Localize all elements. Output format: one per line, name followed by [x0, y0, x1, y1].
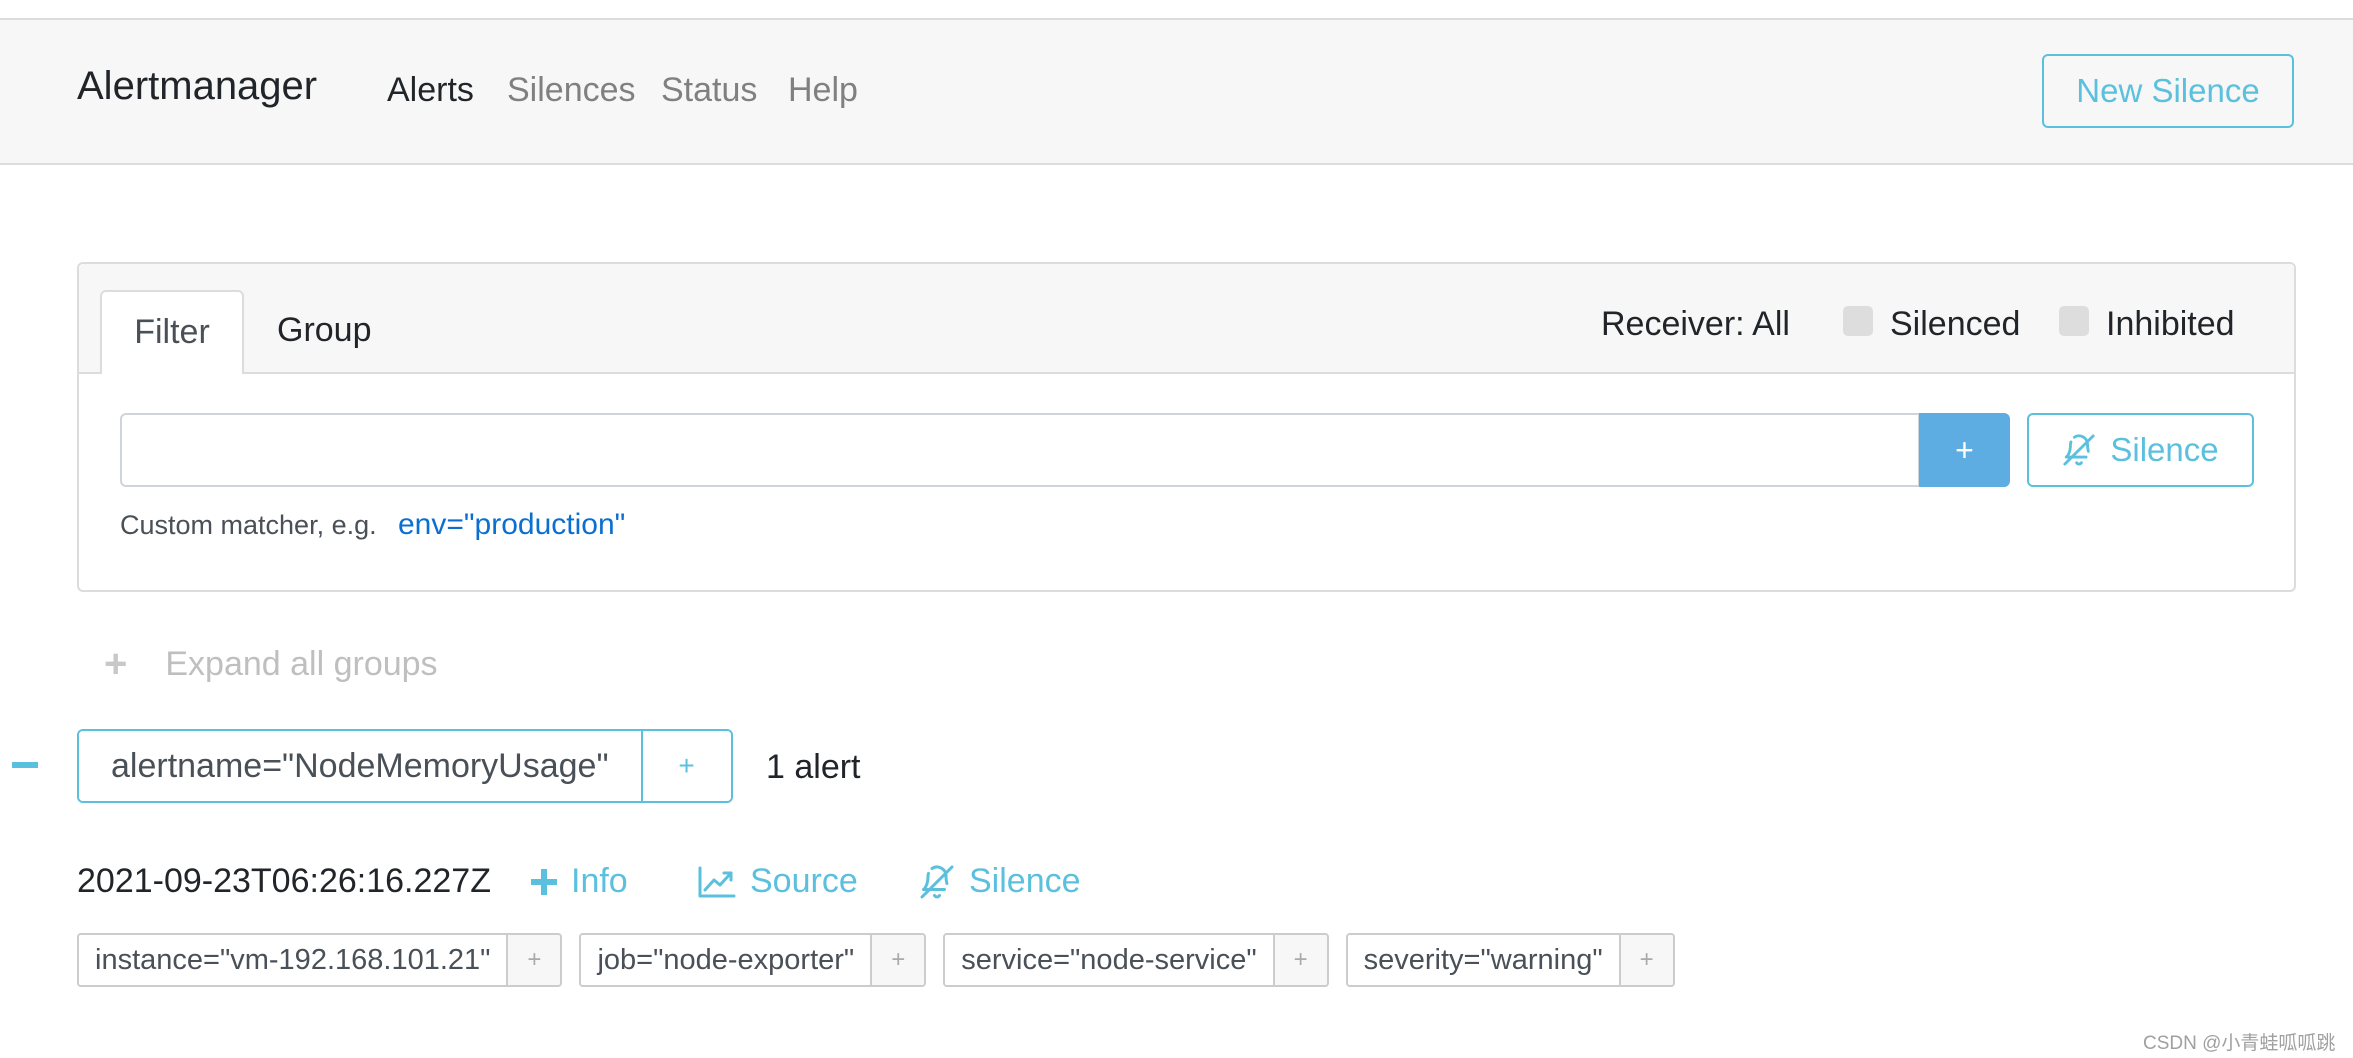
nav-link-silences[interactable]: Silences: [507, 71, 636, 110]
info-label: Info: [571, 862, 628, 900]
bell-slash-icon: [2063, 434, 2095, 466]
silence-filter-button[interactable]: Silence: [2027, 413, 2254, 487]
matcher-hint: Custom matcher, e.g.: [120, 510, 377, 540]
label-pill: service="node-service" +: [943, 933, 1329, 987]
collapse-group-icon[interactable]: [12, 762, 38, 768]
silenced-checkbox[interactable]: [1843, 306, 1873, 336]
bell-slash-icon: [920, 865, 954, 898]
group-label-text[interactable]: alertname="NodeMemoryUsage": [79, 731, 643, 801]
alert-count: 1 alert: [766, 748, 861, 786]
inhibited-label: Inhibited: [2106, 305, 2235, 343]
inhibited-checkbox[interactable]: [2059, 306, 2089, 336]
tab-group[interactable]: Group: [277, 290, 372, 372]
label-job[interactable]: job="node-exporter": [581, 935, 873, 985]
info-button[interactable]: Info: [531, 862, 628, 901]
label-add-button[interactable]: +: [508, 935, 561, 985]
label-service[interactable]: service="node-service": [945, 935, 1275, 985]
source-link[interactable]: Source: [698, 862, 858, 901]
group-label: alertname="NodeMemoryUsage" +: [77, 729, 733, 803]
nav-link-help[interactable]: Help: [788, 71, 858, 110]
plus-icon: [531, 868, 557, 895]
label-add-button[interactable]: +: [1620, 935, 1673, 985]
nav-link-alerts[interactable]: Alerts: [387, 71, 474, 110]
add-filter-button[interactable]: +: [1919, 413, 2010, 487]
filter-input[interactable]: [120, 413, 1920, 487]
top-border: [0, 0, 2353, 20]
new-silence-button[interactable]: New Silence: [2042, 54, 2294, 128]
filter-card-header: Filter Group Receiver: All Silenced Inhi…: [79, 264, 2294, 374]
label-pill: job="node-exporter" +: [579, 933, 927, 987]
expand-all-groups-button[interactable]: + Expand all groups: [104, 642, 438, 687]
label-instance[interactable]: instance="vm-192.168.101.21": [79, 935, 509, 985]
alert-timestamp: 2021-09-23T06:26:16.227Z: [77, 862, 491, 900]
expand-all-label: Expand all groups: [165, 645, 438, 683]
filter-card: Filter Group Receiver: All Silenced Inhi…: [77, 262, 2296, 592]
brand-title[interactable]: Alertmanager: [77, 64, 317, 109]
watermark: CSDN @小青蛙呱呱跳: [2143, 1033, 2336, 1054]
silence-filter-label: Silence: [2110, 431, 2219, 468]
source-label: Source: [750, 862, 858, 900]
silenced-label: Silenced: [1890, 305, 2021, 343]
label-pill: severity="warning" +: [1345, 933, 1675, 987]
navbar: Alertmanager Alerts Silences Status Help…: [0, 20, 2353, 165]
nav-link-status[interactable]: Status: [661, 71, 757, 110]
plus-icon: +: [104, 642, 128, 686]
receiver-select[interactable]: Receiver: All: [1601, 305, 1790, 344]
label-add-button[interactable]: +: [872, 935, 925, 985]
alert-labels: instance="vm-192.168.101.21" + job="node…: [77, 933, 1675, 987]
label-severity[interactable]: severity="warning": [1347, 935, 1621, 985]
group-label-add-button[interactable]: +: [642, 731, 731, 801]
line-chart-icon: [698, 866, 736, 897]
tab-filter[interactable]: Filter: [100, 290, 244, 374]
label-pill: instance="vm-192.168.101.21" +: [77, 933, 563, 987]
silence-alert-button[interactable]: Silence: [919, 862, 1081, 901]
silence-alert-label: Silence: [969, 862, 1081, 900]
matcher-example-link[interactable]: env="production": [398, 508, 625, 542]
label-add-button[interactable]: +: [1274, 935, 1327, 985]
